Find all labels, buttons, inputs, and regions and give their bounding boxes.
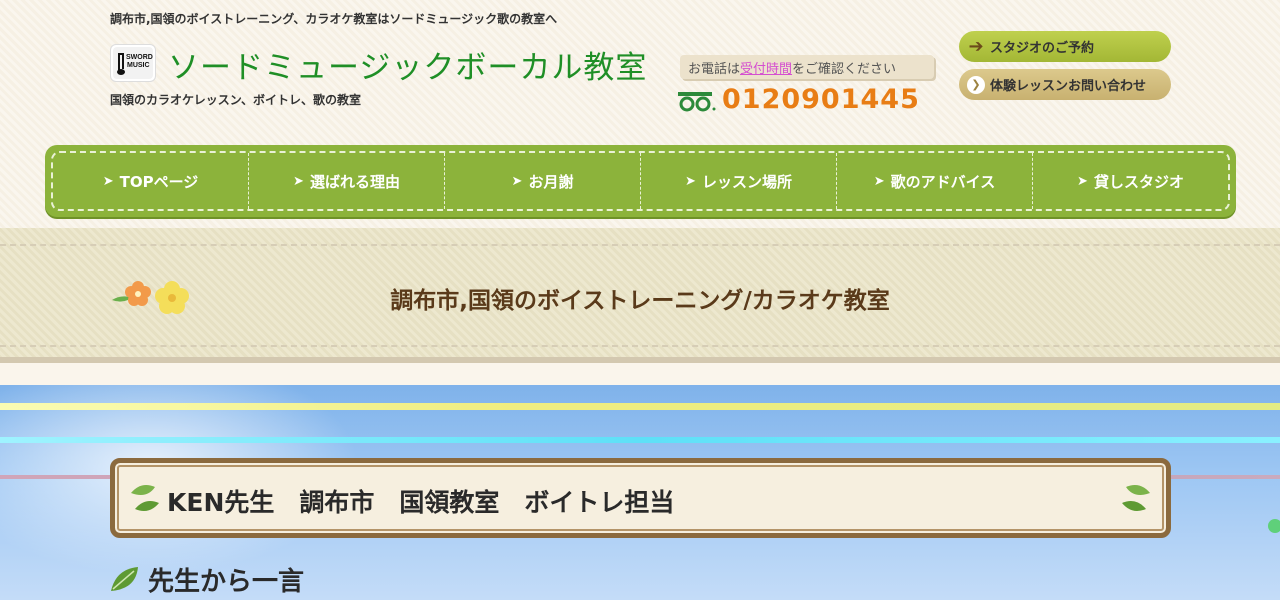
nav-arrow-icon: ➤ (293, 173, 304, 189)
nav-item-label: 選ばれる理由 (309, 172, 400, 191)
band-edge (0, 357, 1280, 363)
nav-item-label: お月謝 (528, 172, 574, 191)
light-ray (0, 403, 1280, 410)
teacher-message-title: 先生から一言 (148, 567, 305, 597)
svg-text:SWORD: SWORD (126, 54, 153, 61)
nav-arrow-icon: ➤ (685, 173, 696, 189)
nav-item-reasons[interactable]: ➤ 選ばれる理由 (249, 153, 445, 209)
nav-arrow-icon: ➤ (511, 173, 523, 189)
studio-reserve-label: スタジオのご予約 (990, 41, 1095, 56)
music-note-logo-icon: SWORD MUSIC (113, 47, 153, 79)
page-title-band: 調布市,国領のボイストレーニング/カラオケ教室 (0, 228, 1280, 363)
page-title: 調布市,国領のボイストレーニング/カラオケ教室 (390, 288, 890, 314)
site-header: 調布市,国領のボイストレーニング、カラオケ教室はソードミュージック歌の教室へ S… (0, 0, 1280, 230)
leaf-icon (111, 566, 138, 591)
svg-text:MUSIC: MUSIC (127, 62, 150, 69)
site-logo[interactable]: SWORD MUSIC (110, 44, 156, 82)
arrow-right-icon: ➔ (968, 36, 984, 57)
nav-item-top[interactable]: ➤ TOPページ (53, 153, 249, 209)
tel-note-suffix: をご確認ください (792, 62, 897, 77)
nav-item-label: 貸しスタジオ (1093, 172, 1184, 191)
green-dot-decoration (1268, 519, 1280, 533)
global-nav: ➤ TOPページ ➤ 選ばれる理由 ➤ お月謝 ➤ レッスン場所 ➤ 歌のアドバイス ➤ 貸… (45, 145, 1236, 217)
teacher-heading: KEN先生 調布市 国領教室 ボイトレ担当 (167, 488, 675, 517)
nav-arrow-icon: ➤ (873, 173, 885, 189)
site-title[interactable]: ソードミュージックボーカル教室 (168, 42, 647, 87)
nav-item-fees[interactable]: ➤ お月謝 (445, 153, 641, 209)
divider (0, 244, 1280, 246)
nav-arrow-icon: ➤ (102, 173, 114, 189)
teacher-message-heading: 先生から一言 (108, 561, 304, 598)
tel-hours-note: お電話は受付時間をご確認ください (680, 55, 934, 79)
global-nav-inner: ➤ TOPページ ➤ 選ばれる理由 ➤ お月謝 ➤ レッスン場所 ➤ 歌のアドバイス ➤ 貸… (51, 151, 1230, 211)
nav-arrow-icon: ➤ (1077, 173, 1088, 189)
chevron-right-icon: ❯ (967, 75, 985, 94)
teacher-heading-box: KEN先生 調布市 国領教室 ボイトレ担当 (110, 458, 1171, 538)
reception-hours-link[interactable]: 受付時間 (740, 62, 792, 77)
nav-item-label: レッスン場所 (701, 172, 792, 191)
light-ray (0, 437, 1280, 443)
trial-lesson-label: 体験レッスンお問い合わせ (990, 79, 1147, 94)
nav-item-studio-rental[interactable]: ➤ 貸しスタジオ (1033, 153, 1228, 209)
tel-note-prefix: お電話は (688, 62, 741, 77)
phone-number[interactable]: 0120901445 (722, 84, 920, 115)
leaf-icon (1122, 485, 1150, 511)
leaf-icon (131, 485, 159, 511)
nav-item-location[interactable]: ➤ レッスン場所 (641, 153, 837, 209)
header-tagline: 調布市,国領のボイストレーニング、カラオケ教室はソードミュージック歌の教室へ (110, 12, 558, 26)
freedial-icon (678, 92, 716, 112)
studio-reserve-button[interactable]: ➔ スタジオのご予約 (959, 31, 1171, 62)
site-subtitle: 国領のカラオケレッスン、ボイトレ、歌の教室 (110, 93, 362, 107)
nav-item-advice[interactable]: ➤ 歌のアドバイス (837, 153, 1033, 209)
divider (0, 345, 1280, 347)
nav-item-label: 歌のアドバイス (890, 172, 996, 191)
trial-lesson-button[interactable]: ❯ 体験レッスンお問い合わせ (959, 69, 1171, 100)
nav-item-label: TOPページ (119, 172, 199, 191)
